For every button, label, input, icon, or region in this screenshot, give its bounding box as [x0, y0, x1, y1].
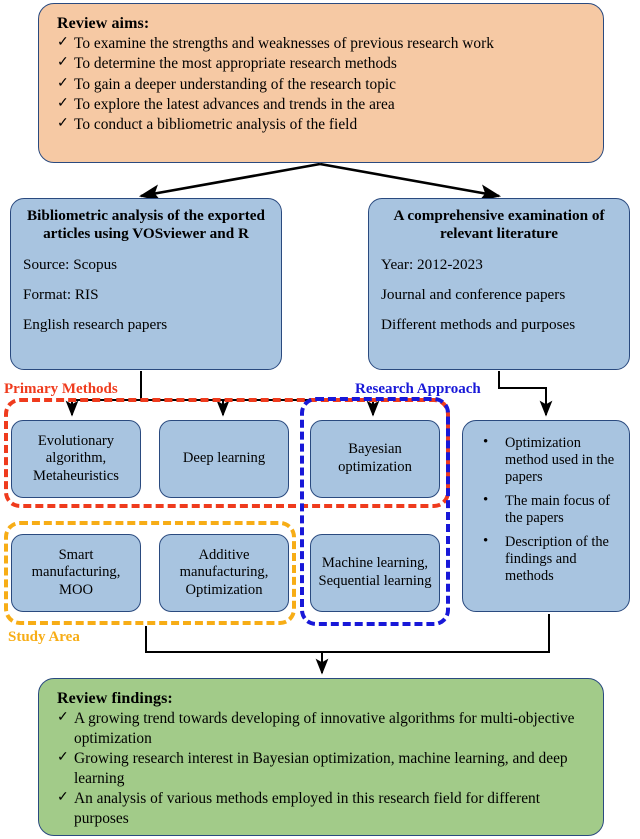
- analysis-points-box: • Optimization method used in the papers…: [462, 420, 630, 612]
- list-item-label: An analysis of various methods employed …: [74, 790, 541, 828]
- comprehensive-methods: Different methods and purposes: [381, 316, 576, 334]
- list-item-label: Optimization method used in the papers: [505, 435, 615, 485]
- card-machine-learning: Machine learning, Sequential learning: [310, 534, 440, 612]
- list-item-label: To examine the strengths and weaknesses …: [74, 35, 494, 52]
- list-item: ✓ To examine the strengths and weaknesse…: [57, 34, 589, 54]
- primary-methods-label: Primary Methods: [4, 381, 118, 397]
- card-additive-manufacturing: Additive manufacturing, Optimization: [159, 534, 289, 612]
- arrow-to-analysis-points: [498, 371, 553, 417]
- card-label: Deep learning: [182, 450, 266, 467]
- comprehensive-paper-types: Journal and conference papers: [381, 286, 566, 304]
- list-item-label: A growing trend towards developing of in…: [74, 710, 575, 748]
- review-aims-title: Review aims:: [57, 15, 150, 32]
- check-icon: ✓: [57, 116, 69, 132]
- bullet-icon: •: [483, 434, 489, 450]
- list-item: ✓ To conduct a bibliometric analysis of …: [57, 115, 589, 135]
- comprehensive-year: Year: 2012-2023: [381, 256, 483, 274]
- list-item: • Optimization method used in the papers: [469, 434, 621, 486]
- list-item: • The main focus of the papers: [469, 491, 621, 527]
- check-icon: ✓: [57, 75, 69, 91]
- comprehensive-title: A comprehensive examination of relevant …: [393, 207, 605, 243]
- flowchart-canvas: Review aims: ✓ To examine the strengths …: [0, 0, 640, 839]
- list-item-label: To explore the latest advances and trend…: [74, 95, 395, 113]
- list-item-label: Description of the findings and methods: [505, 533, 609, 584]
- analysis-points-list: • Optimization method used in the papers…: [469, 434, 621, 585]
- list-item-label: Growing research interest in Bayesian op…: [74, 750, 568, 788]
- list-item: ✓ An analysis of various methods employe…: [57, 789, 589, 829]
- bibliometric-language: English research papers: [23, 316, 168, 334]
- card-label: Additive manufacturing, Optimization: [179, 546, 269, 598]
- research-approach-label: Research Approach: [355, 381, 481, 397]
- arrow-aims-to-comprehensive: [319, 162, 502, 201]
- list-item: ✓ To explore the latest advances and tre…: [57, 95, 589, 115]
- review-aims-list: ✓ To examine the strengths and weaknesse…: [57, 34, 589, 136]
- list-item-label: To conduct a bibliometric analysis of th…: [74, 116, 358, 134]
- arrow-aims-to-bibliometric: [138, 162, 321, 201]
- review-findings-title: Review findings:: [57, 690, 173, 707]
- card-label: Smart manufacturing, MOO: [31, 546, 121, 598]
- card-label: Evolutionary algorithm, Metaheuristics: [33, 432, 119, 484]
- review-findings-list: ✓ A growing trend towards developing of …: [57, 709, 589, 829]
- bullet-icon: •: [483, 532, 489, 549]
- list-item: ✓ To determine the most appropriate rese…: [57, 54, 589, 74]
- list-item: ✓ A growing trend towards developing of …: [57, 709, 589, 749]
- bus-primary-methods: [140, 371, 373, 401]
- list-item: • Description of the findings and method…: [469, 532, 621, 585]
- list-item-label: To gain a deeper understanding of the re…: [74, 75, 396, 93]
- check-icon: ✓: [57, 790, 69, 806]
- bibliometric-source: Source: Scopus: [23, 256, 118, 274]
- study-area-label: Study Area: [8, 629, 80, 645]
- review-findings-box: Review findings: ✓ A growing trend towar…: [38, 678, 604, 836]
- check-icon: ✓: [57, 55, 69, 71]
- comprehensive-examination-box: A comprehensive examination of relevant …: [368, 198, 630, 370]
- bibliometric-format: Format: RIS: [23, 286, 99, 304]
- bibliometric-title: Bibliometric analysis of the exported ar…: [27, 207, 265, 243]
- card-smart-manufacturing: Smart manufacturing, MOO: [11, 534, 141, 612]
- check-icon: ✓: [57, 750, 69, 766]
- bullet-icon: •: [483, 491, 489, 508]
- card-deep-learning: Deep learning: [159, 420, 289, 498]
- check-icon: ✓: [57, 710, 69, 725]
- list-item: ✓ To gain a deeper understanding of the …: [57, 75, 589, 95]
- review-aims-box: Review aims: ✓ To examine the strengths …: [38, 3, 604, 163]
- card-label: Bayesian optimization: [338, 441, 412, 475]
- card-label: Machine learning, Sequential learning: [318, 555, 432, 589]
- bibliometric-analysis-box: Bibliometric analysis of the exported ar…: [10, 198, 282, 370]
- list-item-label: The main focus of the papers: [505, 492, 611, 526]
- list-item-label: To determine the most appropriate resear…: [74, 55, 397, 73]
- card-bayesian-optimization: Bayesian optimization: [310, 420, 440, 498]
- list-item: ✓ Growing research interest in Bayesian …: [57, 749, 589, 789]
- check-icon: ✓: [57, 35, 69, 50]
- check-icon: ✓: [57, 95, 69, 111]
- card-evolutionary-algorithm: Evolutionary algorithm, Metaheuristics: [11, 420, 141, 498]
